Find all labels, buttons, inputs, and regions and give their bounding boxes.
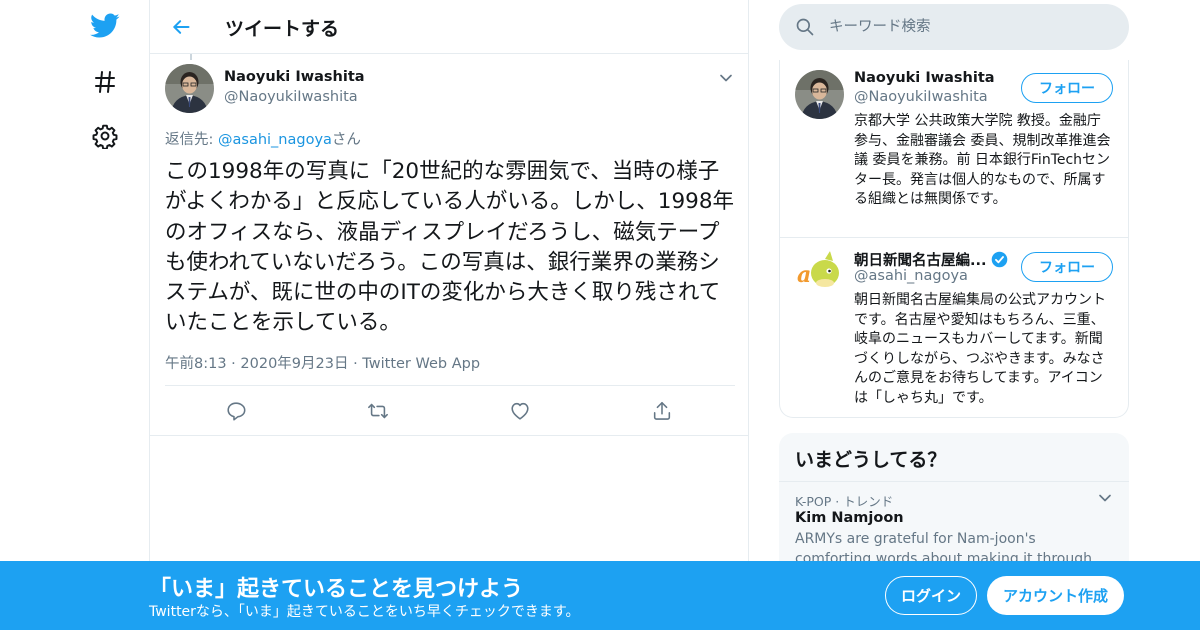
follow-button[interactable]: フォロー xyxy=(1021,252,1113,282)
user-name-text[interactable]: 朝日新聞名古屋編... xyxy=(854,253,987,269)
reply-handle-link[interactable]: @asahi_nagoya xyxy=(218,132,332,148)
tweet: Naoyuki Iwashita @NaoyukiIwashita 返信先: @… xyxy=(150,54,748,436)
tweet-time[interactable]: 午前8:13 xyxy=(165,356,227,372)
user-bio: 朝日新聞名古屋編集局の公式アカウントです。名古屋や愛知はもちろん、三重、岐阜のニ… xyxy=(854,292,1106,406)
reply-suffix: さん xyxy=(331,132,361,148)
tweet-text: この1998年の写真に「20世紀的な雰囲気で、当時の様子がよくわかる」と反応して… xyxy=(165,159,734,336)
main-column: ツイートする Naoyuki Iwashita @NaoyukiIwashita… xyxy=(149,0,749,630)
trends-title: いまどうしてる？ xyxy=(795,449,947,471)
divider xyxy=(779,481,1129,482)
user-handle[interactable]: @asahi_nagoya xyxy=(854,268,968,284)
verified-badge-icon xyxy=(991,251,1008,268)
meta-separator: · xyxy=(231,356,236,372)
chevron-down-icon[interactable] xyxy=(1095,488,1115,508)
avatar[interactable]: a xyxy=(795,249,844,298)
user-handle[interactable]: @NaoyukiIwashita xyxy=(854,89,988,105)
divider xyxy=(780,237,1128,238)
reply-to: 返信先: @asahi_nagoyaさん xyxy=(165,128,361,149)
user-name[interactable]: 朝日新聞名古屋編... xyxy=(854,249,1008,270)
tweet-source[interactable]: Twitter Web App xyxy=(362,356,480,372)
hashtag-icon[interactable] xyxy=(89,66,121,98)
divider xyxy=(165,385,735,386)
reply-icon[interactable] xyxy=(225,400,247,422)
user-name[interactable]: Naoyuki Iwashita xyxy=(854,70,995,86)
meta-separator: · xyxy=(353,356,358,372)
trend-meta: K-POP · トレンド xyxy=(795,494,894,509)
user-bio: 京都大学 公共政策大学院 教授。金融庁 参与、金融審議会 委員、規制改革推進会議… xyxy=(854,113,1111,207)
reply-prefix: 返信先: xyxy=(165,132,218,148)
search-icon xyxy=(795,17,815,37)
chevron-down-icon[interactable] xyxy=(716,68,736,88)
page-title: ツイートする xyxy=(225,18,340,40)
banner-subtitle: Twitterなら、「いま」起きていることをいち早くチェックできます。 xyxy=(149,604,580,620)
signup-banner: 「いま」起きていることを見つけよう Twitterなら、「いま」起きていることを… xyxy=(0,561,1200,630)
related-users-card: Naoyuki Iwashita @NaoyukiIwashita フォロー 京… xyxy=(779,60,1129,418)
like-heart-icon[interactable] xyxy=(509,400,531,422)
svg-text:a: a xyxy=(797,262,811,288)
author-handle[interactable]: @NaoyukiIwashita xyxy=(224,89,358,105)
search-input[interactable] xyxy=(829,4,1119,50)
login-button[interactable]: ログイン xyxy=(885,576,977,615)
search-box xyxy=(779,4,1129,50)
gear-icon[interactable] xyxy=(89,120,121,152)
avatar[interactable] xyxy=(165,64,214,113)
retweet-icon[interactable] xyxy=(367,400,389,422)
share-icon[interactable] xyxy=(651,400,673,422)
tweet-date[interactable]: 2020年9月23日 xyxy=(240,356,348,372)
signup-button[interactable]: アカウント作成 xyxy=(987,576,1124,615)
avatar[interactable] xyxy=(795,70,844,119)
follow-button[interactable]: フォロー xyxy=(1021,73,1113,103)
trend-name[interactable]: Kim Namjoon xyxy=(795,510,904,526)
tweet-meta: 午前8:13 · 2020年9月23日 · Twitter Web App xyxy=(165,352,480,373)
back-arrow-icon[interactable] xyxy=(166,12,196,42)
author-name[interactable]: Naoyuki Iwashita xyxy=(224,69,365,85)
banner-title: 「いま」起きていることを見つけよう xyxy=(149,577,524,602)
twitter-bird-icon[interactable] xyxy=(89,10,121,42)
page-header: ツイートする xyxy=(150,0,748,54)
left-nav xyxy=(0,0,150,630)
